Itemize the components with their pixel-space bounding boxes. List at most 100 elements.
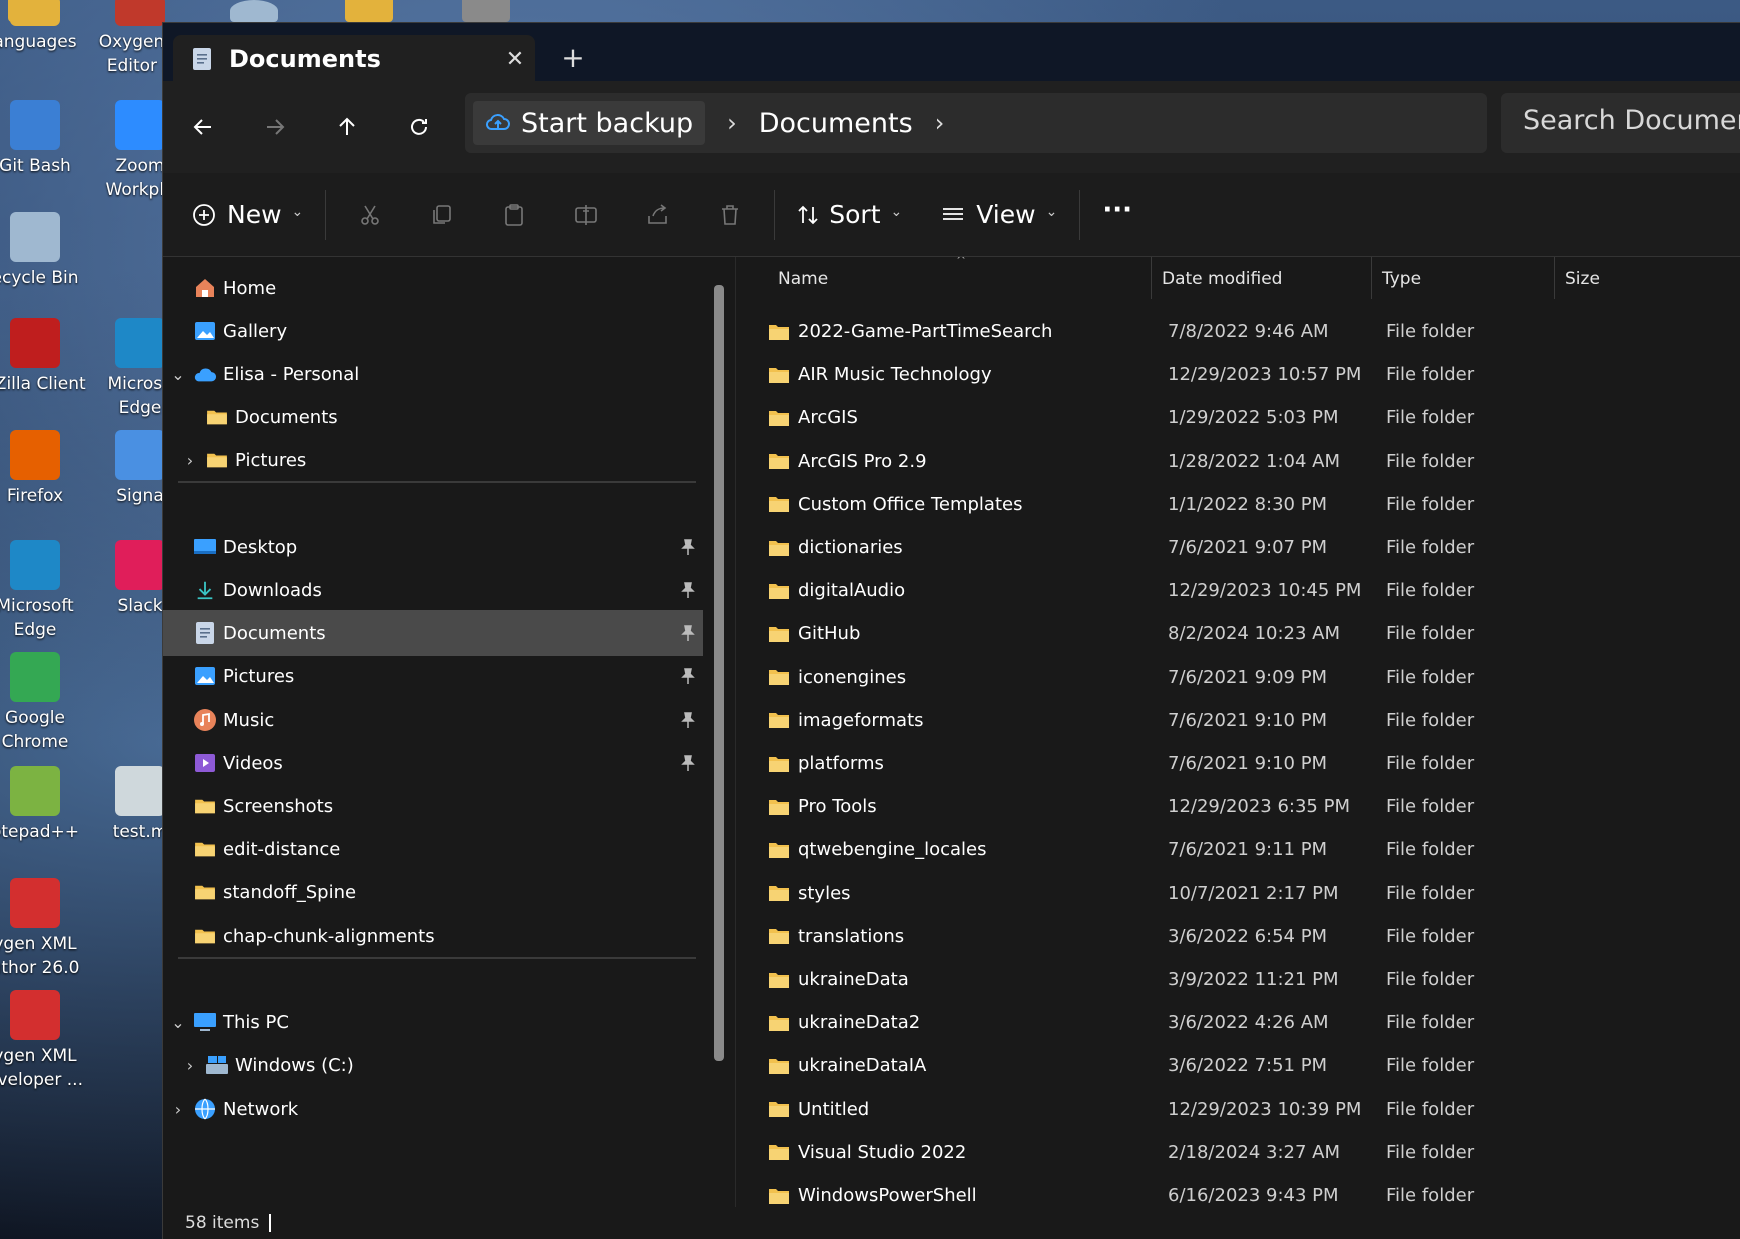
- sidebar-item-music[interactable]: Music: [163, 697, 703, 743]
- copy-button[interactable]: [406, 185, 478, 245]
- sidebar-item-onedrive-pictures[interactable]: › Pictures: [163, 437, 703, 483]
- refresh-button[interactable]: [399, 107, 439, 147]
- file-row[interactable]: GitHub 8/2/2024 10:23 AM File folder: [736, 612, 1740, 655]
- folder-icon: [768, 1187, 790, 1205]
- file-row[interactable]: digitalAudio 12/29/2023 10:45 PM File fold…: [736, 569, 1740, 612]
- file-row[interactable]: Custom Office Templates 1/1/2022 8:30 PM F…: [736, 483, 1740, 526]
- navigation-scrollbar[interactable]: [714, 285, 724, 1061]
- chevron-right-icon[interactable]: ›: [180, 451, 200, 470]
- desktop-shortcut-label: otepad++: [0, 822, 79, 842]
- pin-icon[interactable]: [679, 538, 697, 556]
- file-row[interactable]: translations 3/6/2022 6:54 PM File folder: [736, 915, 1740, 958]
- sidebar-item-network[interactable]: › Network: [163, 1086, 703, 1132]
- file-row[interactable]: dictionaries 7/6/2021 9:07 PM File folder: [736, 526, 1740, 569]
- address-box[interactable]: Start backup › Documents ›: [465, 93, 1487, 153]
- pin-icon[interactable]: [679, 754, 697, 772]
- file-row[interactable]: WindowsPowerShell 6/16/2023 9:43 PM File f…: [736, 1174, 1740, 1207]
- desktop-shortcut[interactable]: Microsoft Edge: [0, 540, 90, 642]
- pin-icon[interactable]: [679, 624, 697, 642]
- up-button[interactable]: [327, 107, 367, 147]
- sidebar-item-gallery[interactable]: Gallery: [163, 308, 703, 354]
- desktop-shortcut[interactable]: eZilla Client: [0, 318, 90, 396]
- pin-icon[interactable]: [679, 667, 697, 685]
- pin-icon[interactable]: [679, 711, 697, 729]
- sidebar-item-edit-distance[interactable]: edit-distance: [163, 826, 703, 872]
- file-row[interactable]: qtwebengine_locales 7/6/2021 9:11 PM File …: [736, 828, 1740, 871]
- paste-button[interactable]: [478, 185, 550, 245]
- pin-icon[interactable]: [679, 581, 697, 599]
- share-button[interactable]: [622, 185, 694, 245]
- chevron-right-icon[interactable]: ›: [168, 1100, 188, 1119]
- file-row[interactable]: imageformats 7/6/2021 9:10 PM File folder: [736, 699, 1740, 742]
- forward-button[interactable]: [255, 107, 295, 147]
- oxygen-editor-icon: [115, 0, 165, 26]
- sidebar-item-pictures[interactable]: Pictures: [163, 653, 703, 699]
- sidebar-item-screenshots[interactable]: Screenshots: [163, 783, 703, 829]
- new-tab-button[interactable]: +: [553, 41, 593, 74]
- desktop-shortcut-label: anguages: [0, 32, 77, 52]
- desktop-shortcut[interactable]: Git Bash: [0, 100, 90, 178]
- sidebar-item-documents[interactable]: Documents: [163, 610, 703, 656]
- file-row[interactable]: ArcGIS Pro 2.9 1/28/2022 1:04 AM File fold…: [736, 440, 1740, 483]
- chevron-right-icon[interactable]: ›: [727, 109, 737, 137]
- file-name: digitalAudio: [798, 580, 906, 602]
- search-app-icon[interactable]: [230, 0, 278, 22]
- delete-button[interactable]: [694, 185, 766, 245]
- file-row[interactable]: 2022-Game-PartTimeSearch 7/8/2022 9:46 AM…: [736, 310, 1740, 353]
- chevron-right-icon[interactable]: ›: [935, 109, 945, 137]
- desktop-shortcut[interactable]: Google Chrome: [0, 652, 90, 754]
- file-row[interactable]: AIR Music Technology 12/29/2023 10:57 PM F…: [736, 353, 1740, 396]
- sidebar-item-downloads[interactable]: Downloads: [163, 567, 703, 613]
- breadcrumb-documents[interactable]: Documents: [759, 108, 913, 139]
- file-list: Name ^ Date modified Type Size 2022-Game…: [735, 257, 1740, 1207]
- desktop-shortcut[interactable]: Firefox: [0, 430, 90, 508]
- file-row[interactable]: platforms 7/6/2021 9:10 PM File folder: [736, 742, 1740, 785]
- new-button[interactable]: New ⌄: [191, 185, 303, 245]
- chevron-right-icon[interactable]: ›: [180, 1056, 200, 1075]
- desktop-shortcut[interactable]: ecycle Bin: [0, 212, 90, 290]
- column-header-name[interactable]: Name ^: [736, 257, 1152, 299]
- file-type: File folder: [1386, 925, 1475, 947]
- settings-icon[interactable]: [462, 0, 510, 22]
- sidebar-item-label: Screenshots: [223, 795, 334, 817]
- column-header-size[interactable]: Size: [1555, 257, 1740, 299]
- sidebar-item-standoff-spine[interactable]: standoff_Spine: [163, 869, 703, 915]
- close-tab-button[interactable]: ✕: [495, 47, 535, 72]
- desktop-shortcut[interactable]: otepad++: [0, 766, 90, 844]
- folder-icon: [768, 927, 790, 945]
- rename-button[interactable]: [550, 185, 622, 245]
- file-row[interactable]: ukraineDataIA 3/6/2022 7:51 PM File folder: [736, 1044, 1740, 1087]
- folder-icon[interactable]: [345, 0, 393, 22]
- search-input[interactable]: Search Document: [1501, 93, 1740, 153]
- tab-documents[interactable]: Documents ✕: [173, 35, 535, 83]
- column-header-type[interactable]: Type: [1372, 257, 1555, 299]
- file-row[interactable]: ArcGIS 1/29/2022 5:03 PM File folder: [736, 396, 1740, 439]
- sidebar-item-windows-c[interactable]: › Windows (C:): [163, 1042, 703, 1088]
- desktop-shortcut[interactable]: anguages: [0, 0, 90, 54]
- back-button[interactable]: [183, 107, 223, 147]
- more-options-button[interactable]: ···: [1102, 180, 1132, 240]
- file-row[interactable]: iconengines 7/6/2021 9:09 PM File folder: [736, 656, 1740, 699]
- sidebar-item-chap-chunk-alignments[interactable]: chap-chunk-alignments: [163, 913, 703, 959]
- desktop-shortcut[interactable]: ygen XML eveloper ...: [0, 990, 90, 1092]
- file-row[interactable]: Untitled 12/29/2023 10:39 PM File folder: [736, 1088, 1740, 1131]
- chevron-down-icon[interactable]: ⌄: [168, 365, 188, 384]
- file-row[interactable]: Visual Studio 2022 2/18/2024 3:27 AM File …: [736, 1131, 1740, 1174]
- sidebar-item-onedrive-documents[interactable]: Documents: [163, 394, 703, 440]
- view-button[interactable]: View ⌄: [940, 185, 1057, 245]
- sidebar-item-onedrive[interactable]: ⌄ Elisa - Personal: [163, 351, 703, 397]
- sidebar-item-videos[interactable]: Videos: [163, 740, 703, 786]
- chevron-down-icon[interactable]: ⌄: [168, 1013, 188, 1032]
- sidebar-item-this-pc[interactable]: ⌄ This PC: [163, 999, 703, 1045]
- sidebar-item-home[interactable]: Home: [163, 265, 703, 311]
- file-row[interactable]: ukraineData2 3/6/2022 4:26 AM File folder: [736, 1001, 1740, 1044]
- start-backup-button[interactable]: Start backup: [473, 101, 706, 145]
- file-row[interactable]: styles 10/7/2021 2:17 PM File folder: [736, 872, 1740, 915]
- column-header-date[interactable]: Date modified: [1152, 257, 1372, 299]
- sort-button[interactable]: Sort ⌄: [795, 185, 902, 245]
- file-row[interactable]: Pro Tools 12/29/2023 6:35 PM File folder: [736, 785, 1740, 828]
- desktop-shortcut[interactable]: ygen XML uthor 26.0: [0, 878, 90, 980]
- file-row[interactable]: ukraineData 3/9/2022 11:21 PM File folder: [736, 958, 1740, 1001]
- cut-button[interactable]: [334, 185, 406, 245]
- sidebar-item-desktop[interactable]: Desktop: [163, 524, 703, 570]
